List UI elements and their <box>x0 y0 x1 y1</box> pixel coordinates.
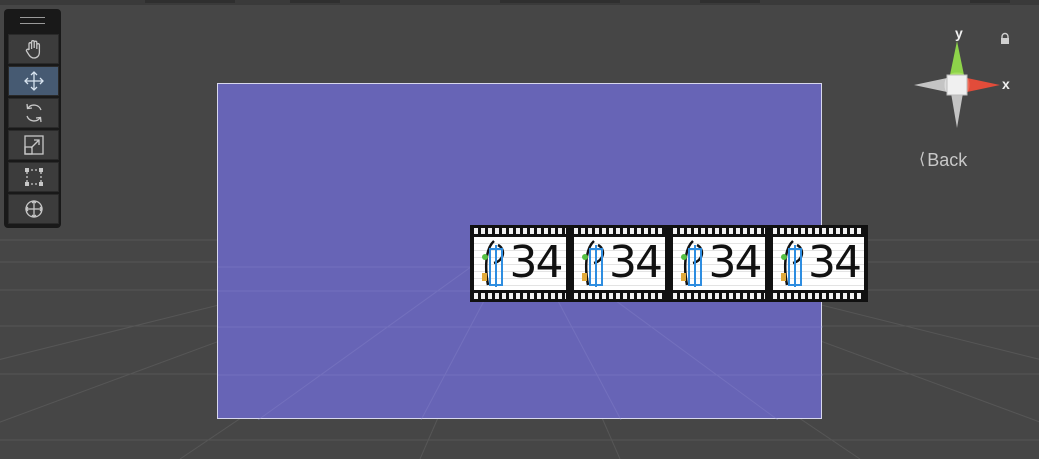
frame-image: 34 <box>772 237 864 290</box>
film-perforations <box>474 228 566 234</box>
y-axis-label: y <box>955 26 963 41</box>
move-tool-icon <box>23 71 44 91</box>
hand-tool-icon <box>25 40 40 59</box>
transform-tool-icon <box>24 200 43 218</box>
tool-palette <box>4 9 61 228</box>
figure-icon <box>780 240 803 287</box>
film-frame: 34 <box>570 225 668 302</box>
film-perforations <box>573 228 665 234</box>
scene-view[interactable]: 34 34 34 34 y x ⟨ Back <box>0 0 1039 459</box>
filmstrip-sprite[interactable]: 34 34 34 34 <box>470 225 868 302</box>
film-perforations <box>573 293 665 299</box>
rotate-tool-button[interactable] <box>8 98 59 128</box>
rect-tool-icon <box>24 168 43 186</box>
move-tool-button[interactable] <box>8 66 59 96</box>
scale-tool-button[interactable] <box>8 130 59 160</box>
film-perforations <box>772 293 864 299</box>
film-perforations <box>474 293 566 299</box>
chevron-left-icon: ⟨ <box>919 151 926 168</box>
film-perforations <box>673 293 765 299</box>
view-orientation-label[interactable]: ⟨ Back <box>919 148 1009 172</box>
frame-number: 34 <box>609 237 663 288</box>
frame-number: 34 <box>509 237 564 288</box>
frame-number: 34 <box>708 237 763 288</box>
frame-image: 34 <box>474 237 566 290</box>
scale-tool-icon <box>23 135 44 155</box>
frame-image: 34 <box>673 237 765 290</box>
hand-tool-button[interactable] <box>8 34 59 64</box>
x-axis-label: x <box>1002 76 1010 92</box>
film-frame: 34 <box>670 225 768 302</box>
transform-tool-button[interactable] <box>8 194 59 224</box>
film-frame: 34 <box>769 225 867 302</box>
film-frame: 34 <box>471 225 569 302</box>
figure-icon <box>681 240 704 287</box>
figure-icon <box>482 240 505 287</box>
frame-number: 34 <box>808 237 862 288</box>
view-name: Back <box>927 150 968 170</box>
drag-handle-icon[interactable] <box>20 17 45 24</box>
rotate-tool-icon <box>25 103 42 123</box>
frame-image: 34 <box>573 237 665 290</box>
film-perforations <box>673 228 765 234</box>
rect-tool-button[interactable] <box>8 162 59 192</box>
film-perforations <box>772 228 864 234</box>
orientation-gizmo[interactable]: y x <box>908 25 1018 136</box>
axis-gizmo-icon: y x <box>914 25 1010 128</box>
figure-icon <box>581 240 604 287</box>
